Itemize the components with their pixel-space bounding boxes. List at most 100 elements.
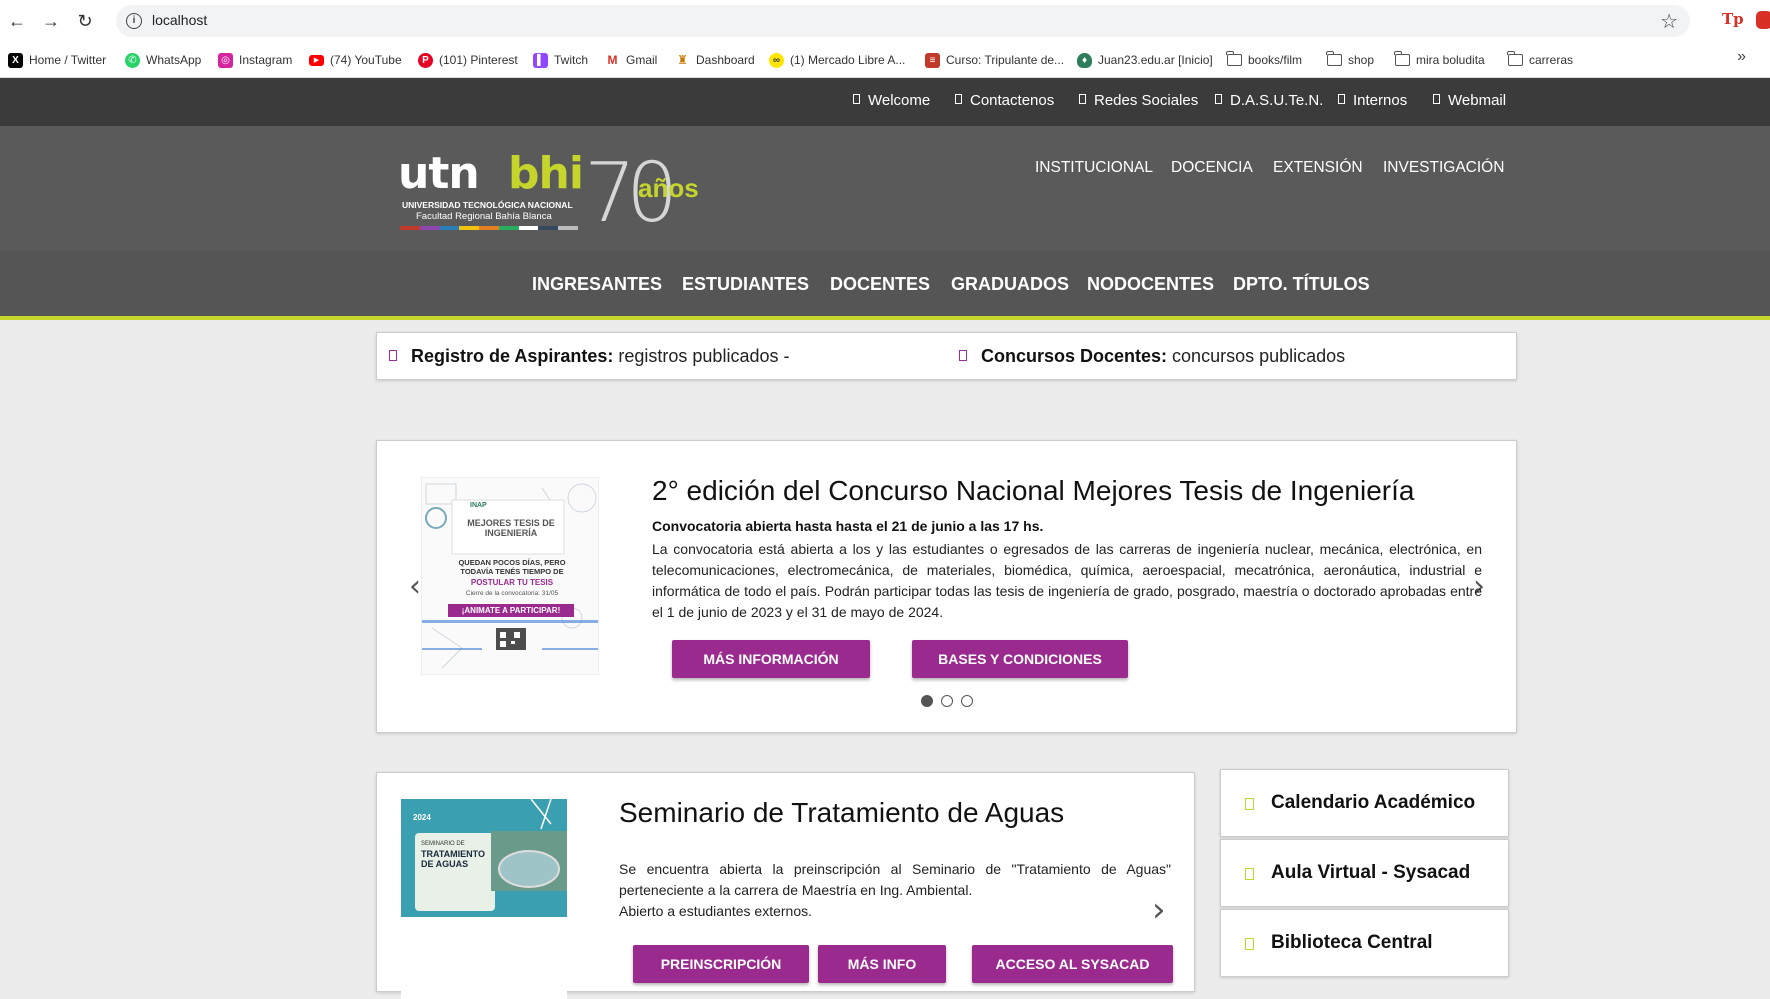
logo-color-stripe [400,226,579,230]
browser-toolbar: ← → ↻ i localhost ☆ Tp [0,0,1770,42]
url-text: localhost [152,12,208,28]
bookmarks-bar: X Home / Twitter ✆ WhatsApp ◎ Instagram ▶ (7… [0,42,1770,78]
mainnav-docentes[interactable]: DOCENTES [830,274,930,295]
extension-red-icon[interactable] [1756,11,1770,29]
mainnav-nodocentes[interactable]: NODOCENTES [1087,274,1214,295]
preinscripcion-button[interactable]: PREINSCRIPCIÓN [633,945,809,983]
folder-icon [1507,51,1523,66]
folder-icon [1326,51,1342,66]
bookmark-curso[interactable]: ≡ Curso: Tripulante de... [925,51,1064,69]
toplink-dasuten[interactable]: D.A.S.U.Te.N. [1215,92,1323,109]
seminario-image-footer [401,949,567,999]
acceso-sysacad-button[interactable]: ACCESO AL SYSACAD [972,945,1173,983]
slide-image-line3: Cierre de la convocatoria: 31/05 [465,590,559,597]
slide-image-background [422,483,598,669]
seminario-next-icon[interactable]: › [1152,890,1166,930]
bookmark-mercadolibre[interactable]: ∞ (1) Mercado Libre A... [769,51,905,69]
bookmark-youtube[interactable]: ▶ (74) YouTube [309,51,402,69]
square-icon [1433,94,1440,104]
slide-image-line1: QUEDAN POCOS DÍAS, PERO TODAVÍA TENÉS TI… [458,558,566,576]
slider-dot-2[interactable] [941,695,953,707]
sidebar-aula-virtual[interactable]: Aula Virtual - Sysacad [1220,839,1509,907]
pinterest-icon: P [418,52,433,68]
twitch-icon: ▌ [533,52,548,68]
ticker-registro-aspirantes[interactable]: Registro de Aspirantes: registros public… [389,346,789,367]
bookmark-juan23[interactable]: ♦ Juan23.edu.ar [Inicio] [1077,51,1213,69]
nav-docencia[interactable]: DOCENCIA [1171,159,1253,177]
course-icon: ≡ [925,52,940,68]
mainnav-ingresantes[interactable]: INGRESANTES [532,274,662,295]
youtube-icon: ▶ [309,54,324,66]
bases-condiciones-button[interactable]: BASES Y CONDICIONES [912,640,1128,678]
slide-image-headline: MEJORES TESIS DE INGENIERÍA [467,518,555,538]
site-top-bar: Welcome Contactenos Redes Sociales D.A.S… [0,78,1770,126]
slide-subtitle: Convocatoria abierta hasta hasta el 21 d… [652,518,1044,534]
mainnav-graduados[interactable]: GRADUADOS [951,274,1069,295]
bookmark-gmail[interactable]: M Gmail [605,51,657,69]
ticker-concursos-docentes[interactable]: Concursos Docentes: concursos publicados [959,346,1345,367]
bookmark-folder-shop[interactable]: shop [1326,51,1374,69]
news-ticker: Registro de Aspirantes: registros public… [376,332,1517,380]
square-icon [1245,938,1254,950]
slide-image-brand: INAP [470,502,487,509]
bookmark-dashboard[interactable]: ♜ Dashboard [675,51,755,69]
news-card-seminario: 2024 SEMINARIO DE TRATAMIENTO DE AGUAS S… [376,772,1195,999]
nav-extension[interactable]: EXTENSIÓN [1273,159,1363,177]
nav-institucional[interactable]: INSTITUCIONAL [1035,159,1153,177]
seminario-image-year: 2024 [413,813,431,822]
toplink-contactenos[interactable]: Contactenos [955,92,1054,109]
toplink-webmail[interactable]: Webmail [1433,92,1506,109]
toplink-redes-sociales[interactable]: Redes Sociales [1079,92,1198,109]
reload-icon[interactable]: ↻ [74,10,96,32]
bookmark-folder-carreras[interactable]: carreras [1507,51,1573,69]
mainnav-estudiantes[interactable]: ESTUDIANTES [682,274,809,295]
instagram-icon: ◎ [218,52,233,68]
sidebar-biblioteca[interactable]: Biblioteca Central [1220,909,1509,977]
bookmark-whatsapp[interactable]: ✆ WhatsApp [125,51,201,69]
bookmarks-overflow-icon[interactable]: » [1737,48,1746,66]
address-bar[interactable]: i localhost ☆ [116,5,1690,37]
slider-dots [921,695,973,707]
square-icon [1079,94,1086,104]
site-info-icon[interactable]: i [126,13,142,29]
extension-tp-icon[interactable]: Tp [1722,10,1744,28]
nav-investigacion[interactable]: INVESTIGACIÓN [1383,159,1504,177]
toplink-welcome[interactable]: Welcome [853,92,930,109]
slider-dot-3[interactable] [961,695,973,707]
dashboard-icon: ♜ [675,52,690,68]
slider-dot-1[interactable] [921,695,933,707]
bookmark-twitter[interactable]: X Home / Twitter [8,51,106,69]
square-icon [1338,94,1345,104]
square-icon [389,350,397,361]
toplink-internos[interactable]: Internos [1338,92,1407,109]
slide-image-line2: POSTULAR TU TESIS [470,578,554,587]
featured-slider: INAP MEJORES TESIS DE INGENIERÍA QUEDAN … [376,440,1517,733]
bookmark-twitch[interactable]: ▌ Twitch [533,51,588,69]
slide-body: La convocatoria está abierta a los y las… [652,541,1482,620]
bookmark-folder-mira[interactable]: mira boludita [1394,51,1485,69]
back-icon[interactable]: ← [6,10,28,32]
gmail-icon: M [605,52,620,68]
seminario-body: Se encuentra abierta la preinscripción a… [619,861,1171,919]
seminario-image[interactable]: 2024 SEMINARIO DE TRATAMIENTO DE AGUAS [401,799,567,947]
slide-image[interactable]: INAP MEJORES TESIS DE INGENIERÍA QUEDAN … [421,477,599,675]
forward-icon[interactable]: → [40,10,62,32]
square-icon [959,350,967,361]
mas-info-button[interactable]: MÁS INFO [818,945,946,983]
mas-informacion-button[interactable]: MÁS INFORMACIÓN [672,640,870,678]
bookmark-instagram[interactable]: ◎ Instagram [218,51,292,69]
mainnav-dpto-titulos[interactable]: DPTO. TÍTULOS [1233,274,1370,295]
square-icon [1215,94,1222,104]
slide-title[interactable]: 2° edición del Concurso Nacional Mejores… [652,475,1414,507]
slider-prev-icon[interactable]: ‹ [409,569,421,604]
site-header: utn bhi UNIVERSIDAD TECNOLÓGICA NACIONAL… [0,126,1770,250]
sidebar-calendario[interactable]: Calendario Académico [1220,769,1509,837]
bookmark-star-icon[interactable]: ☆ [1660,9,1678,34]
utn-bhi-logo[interactable]: utn bhi UNIVERSIDAD TECNOLÓGICA NACIONAL… [398,146,728,241]
seminario-title[interactable]: Seminario de Tratamiento de Aguas [619,797,1064,829]
whatsapp-icon: ✆ [125,52,140,68]
folder-icon [1394,51,1410,66]
slide-image-line4: ¡ANIMATE A PARTICIPAR! [448,604,574,617]
bookmark-folder-books[interactable]: books/film [1226,51,1302,69]
bookmark-pinterest[interactable]: P (101) Pinterest [418,51,518,69]
